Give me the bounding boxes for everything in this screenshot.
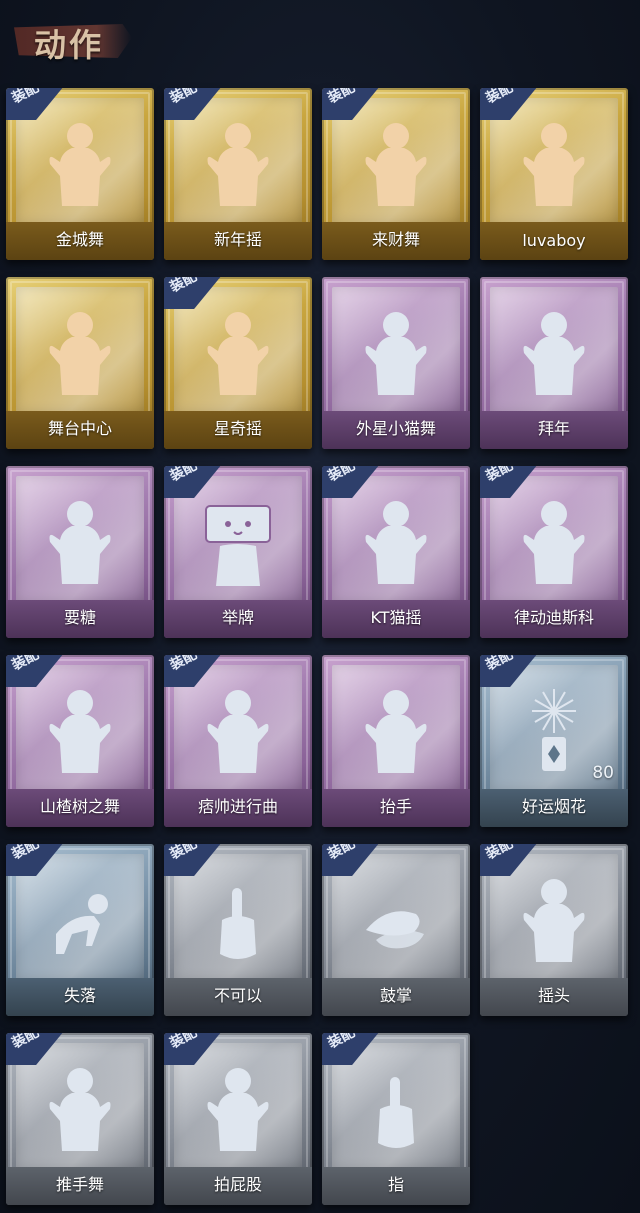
emote-card[interactable]: 不可以 装配 [164,844,312,1016]
card-label: 抬手 [379,797,412,816]
equipped-badge-label: 装配 [325,466,358,485]
emote-grid: 金城舞 装配 新年摇 装配 来财舞 装配 luvaboy 装配 舞台中心 星奇摇 装配 外… [6,88,634,1205]
equipped-badge-label: 装配 [483,88,516,107]
emote-card[interactable]: 舞台中心 [6,277,154,449]
emote-card[interactable]: 要糖 [6,466,154,638]
equipped-badge-label: 装配 [167,655,200,674]
dance-pose-icon [200,118,276,214]
card-label: 来财舞 [371,230,420,249]
emote-card[interactable]: 新年摇 装配 [164,88,312,260]
equipped-badge-label: 装配 [167,844,200,863]
item-count: 80 [592,763,614,783]
dance-pose-icon [42,307,118,403]
emote-card[interactable]: 星奇摇 装配 [164,277,312,449]
emote-card[interactable]: 金城舞 装配 [6,88,154,260]
dance-pose-icon [200,307,276,403]
emote-card[interactable]: 鼓掌 装配 [322,844,470,1016]
card-label: 痞帅进行曲 [197,797,278,816]
emote-card[interactable]: KT猫摇 装配 [322,466,470,638]
equipped-badge-label: 装配 [9,1033,42,1052]
emote-card[interactable]: 失落 装配 [6,844,154,1016]
card-label: 舞台中心 [47,419,112,438]
dance-pose-icon [42,118,118,214]
card-label: 拜年 [537,419,570,438]
card-label: 要糖 [63,608,96,627]
emote-card[interactable]: 指 装配 [322,1033,470,1205]
dance-pose-icon [200,685,276,781]
card-label: 山楂树之舞 [39,797,120,816]
wave-pose-icon [358,685,434,781]
clap-icon [358,874,434,970]
card-label: 律动迪斯科 [513,608,594,627]
card-label: 推手舞 [55,1175,104,1194]
card-label: 拍屁股 [213,1175,262,1194]
card-label: KT猫摇 [370,608,422,627]
emote-card[interactable]: 外星小猫舞 [322,277,470,449]
emote-card[interactable]: 拍屁股 装配 [164,1033,312,1205]
finger-wag-icon [200,874,276,970]
emote-card[interactable]: 80 好运烟花 装配 [480,655,628,827]
card-label: 失落 [63,986,96,1005]
equipped-badge-label: 装配 [483,655,516,674]
card-label: 好运烟花 [521,797,586,816]
emote-card[interactable]: 山楂树之舞 装配 [6,655,154,827]
equipped-badge-label: 装配 [483,466,516,485]
card-label: 摇头 [537,986,570,1005]
equipped-badge-label: 装配 [9,88,42,107]
reach-pose-icon [42,496,118,592]
equipped-badge-label: 装配 [325,1033,358,1052]
equipped-badge-label: 装配 [325,844,358,863]
equipped-badge-label: 装配 [9,655,42,674]
equipped-badge-label: 装配 [325,88,358,107]
crawl-pose-icon [42,874,118,970]
card-label: 鼓掌 [379,986,412,1005]
sign-pose-icon [200,496,276,592]
card-label: 不可以 [213,986,262,1005]
dance-pose-icon [42,685,118,781]
emote-card[interactable]: luvaboy 装配 [480,88,628,260]
point-hand-icon [358,1063,434,1159]
push-pose-icon [42,1063,118,1159]
equipped-badge-label: 装配 [167,88,200,107]
section-header: 动作 [14,14,134,64]
equipped-badge-label: 装配 [167,466,200,485]
firework-icon [516,685,592,781]
section-title: 动作 [34,26,105,64]
slap-pose-icon [200,1063,276,1159]
emote-card[interactable]: 抬手 [322,655,470,827]
dance-pose-icon [358,496,434,592]
dance-pose-icon [358,118,434,214]
emote-card[interactable]: 律动迪斯科 装配 [480,466,628,638]
bow-pose-icon [516,307,592,403]
equipped-badge-label: 装配 [167,277,200,296]
equipped-badge-label: 装配 [9,844,42,863]
dance-pose-icon [516,118,592,214]
card-label: 举牌 [221,608,254,627]
emote-card[interactable]: 来财舞 装配 [322,88,470,260]
dance-pose-icon [516,496,592,592]
shake-head-icon [516,874,592,970]
card-label: 指 [387,1175,404,1194]
card-label: 新年摇 [213,230,262,249]
emote-card[interactable]: 举牌 装配 [164,466,312,638]
equipped-badge-label: 装配 [483,844,516,863]
emote-card[interactable]: 拜年 [480,277,628,449]
card-label: luvaboy [522,231,586,250]
card-label: 星奇摇 [213,419,262,438]
equipped-badge-label: 装配 [167,1033,200,1052]
card-label: 外星小猫舞 [355,419,436,438]
emote-card[interactable]: 摇头 装配 [480,844,628,1016]
emote-card[interactable]: 推手舞 装配 [6,1033,154,1205]
dance-pose-icon [358,307,434,403]
card-label: 金城舞 [55,230,104,249]
emote-card[interactable]: 痞帅进行曲 装配 [164,655,312,827]
